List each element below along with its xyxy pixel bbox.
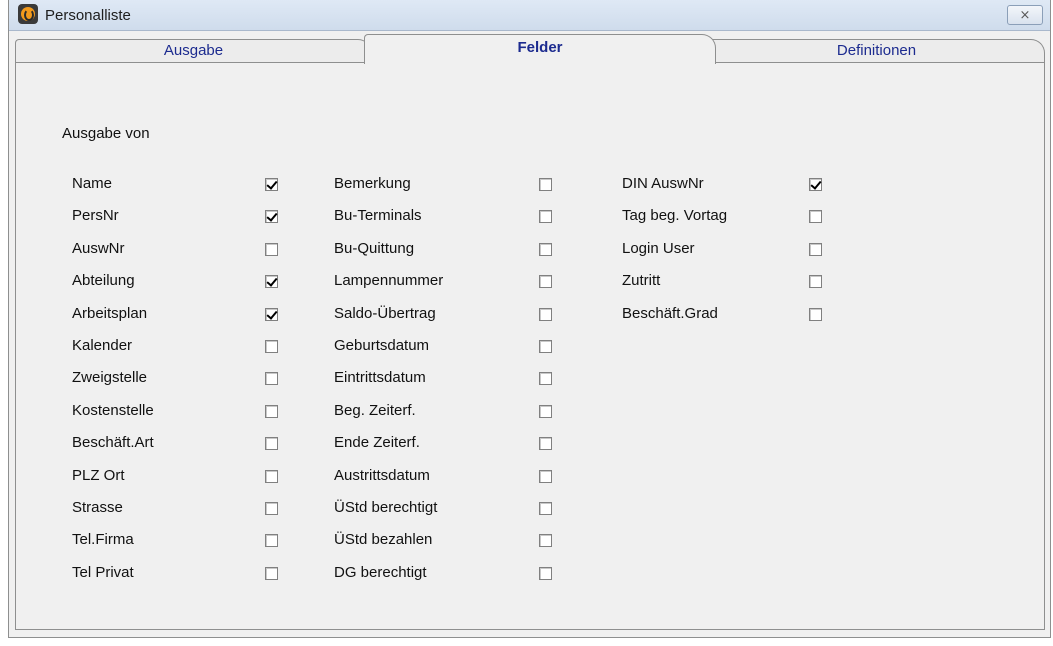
- tab-strip: Ausgabe Felder Definitionen: [15, 33, 1045, 64]
- personalliste-window: Personalliste ⨯ Ausgabe Felder Definitio…: [8, 0, 1051, 638]
- field-checkbox[interactable]: [539, 275, 552, 288]
- field-checkbox[interactable]: [265, 275, 278, 288]
- field-label: Zweigstelle: [72, 369, 148, 386]
- field-checkbox[interactable]: [265, 372, 278, 385]
- field-label: Eintrittsdatum: [334, 369, 426, 386]
- field-label: DIN AuswNr: [622, 175, 704, 192]
- field-label: Abteilung: [72, 272, 135, 289]
- field-checkbox[interactable]: [809, 243, 822, 256]
- field-label: Beschäft.Grad: [622, 305, 718, 322]
- field-label: Tel.Firma: [72, 531, 134, 548]
- field-label: Zutritt: [622, 272, 661, 289]
- field-label: Bu-Quittung: [334, 240, 415, 257]
- field-checkbox[interactable]: [809, 275, 822, 288]
- section-label-ausgabe-von: Ausgabe von: [62, 125, 150, 142]
- field-checkbox[interactable]: [539, 405, 552, 418]
- field-checkbox[interactable]: [265, 534, 278, 547]
- field-checkbox[interactable]: [539, 502, 552, 515]
- field-label: Tag beg. Vortag: [622, 207, 728, 224]
- field-checkbox[interactable]: [539, 534, 552, 547]
- field-label: Geburtsdatum: [334, 337, 430, 354]
- field-label: Lampennummer: [334, 272, 444, 289]
- field-checkbox[interactable]: [539, 470, 552, 483]
- field-checkbox[interactable]: [539, 372, 552, 385]
- field-checkbox[interactable]: [539, 308, 552, 321]
- field-label: Login User: [622, 240, 695, 257]
- field-label: Tel Privat: [72, 564, 134, 581]
- field-checkbox[interactable]: [265, 502, 278, 515]
- field-label: Saldo-Übertrag: [334, 305, 436, 322]
- field-checkbox[interactable]: [265, 405, 278, 418]
- field-checkbox[interactable]: [265, 567, 278, 580]
- field-label: Beschäft.Art: [72, 434, 154, 451]
- field-checkbox[interactable]: [809, 178, 822, 191]
- tab-ausgabe[interactable]: Ausgabe: [15, 39, 372, 63]
- field-checkbox[interactable]: [539, 340, 552, 353]
- tab-definitionen[interactable]: Definitionen: [708, 39, 1045, 63]
- field-checkbox[interactable]: [265, 308, 278, 321]
- field-checkbox[interactable]: [809, 308, 822, 321]
- field-checkbox[interactable]: [539, 243, 552, 256]
- field-label: Strasse: [72, 499, 123, 516]
- field-label: Beg. Zeiterf.: [334, 402, 416, 419]
- field-label: Name: [72, 175, 113, 192]
- field-checkbox[interactable]: [539, 210, 552, 223]
- field-label: ÜStd bezahlen: [334, 531, 433, 548]
- field-checkbox[interactable]: [539, 178, 552, 191]
- field-checkbox[interactable]: [809, 210, 822, 223]
- field-label: PLZ Ort: [72, 467, 125, 484]
- field-label: AuswNr: [72, 240, 125, 257]
- close-button[interactable]: ⨯: [1007, 5, 1043, 25]
- field-label: Kalender: [72, 337, 133, 354]
- field-checkbox[interactable]: [539, 567, 552, 580]
- field-checkbox[interactable]: [265, 470, 278, 483]
- field-label: Ende Zeiterf.: [334, 434, 420, 451]
- felder-panel: [15, 62, 1045, 630]
- field-label: DG berechtigt: [334, 564, 427, 581]
- window-title: Personalliste: [45, 7, 131, 24]
- field-label: Arbeitsplan: [72, 305, 148, 322]
- field-label: Bemerkung: [334, 175, 411, 192]
- app-icon: [18, 4, 38, 24]
- field-checkbox[interactable]: [265, 178, 278, 191]
- field-checkbox[interactable]: [539, 437, 552, 450]
- field-checkbox[interactable]: [265, 340, 278, 353]
- field-label: PersNr: [72, 207, 119, 224]
- field-label: Bu-Terminals: [334, 207, 422, 224]
- field-checkbox[interactable]: [265, 210, 278, 223]
- field-checkbox[interactable]: [265, 243, 278, 256]
- title-bar: Personalliste ⨯: [9, 0, 1050, 31]
- field-label: Austrittsdatum: [334, 467, 430, 484]
- tab-felder[interactable]: Felder: [364, 34, 716, 64]
- field-label: Kostenstelle: [72, 402, 154, 419]
- field-label: ÜStd berechtigt: [334, 499, 438, 516]
- field-checkbox[interactable]: [265, 437, 278, 450]
